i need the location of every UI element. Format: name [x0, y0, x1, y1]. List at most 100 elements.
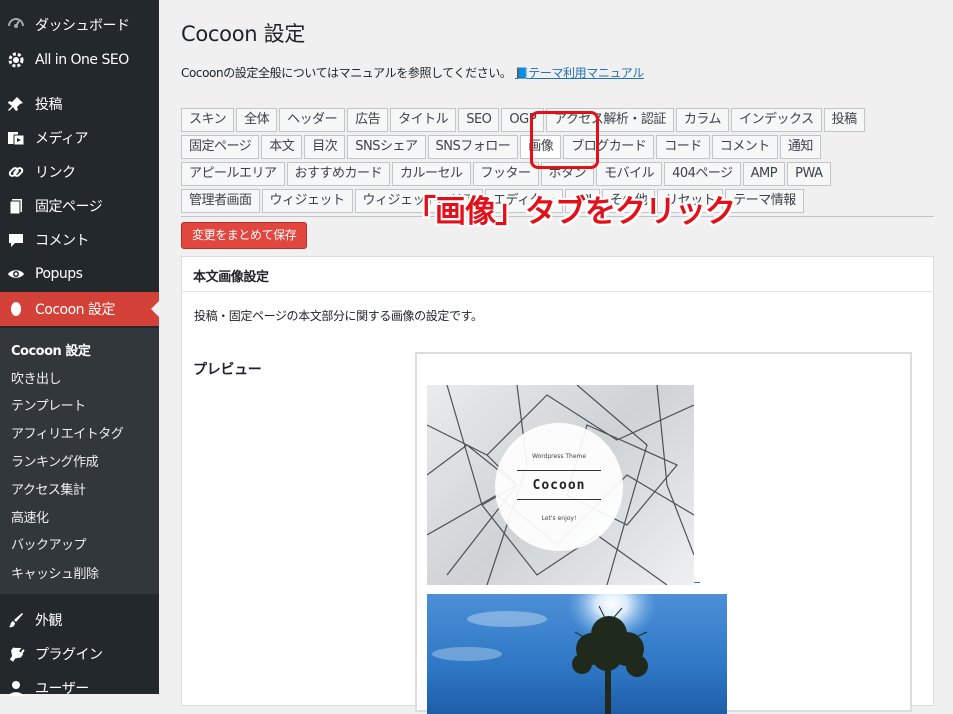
tab-0-1[interactable]: 全体: [236, 108, 278, 132]
tree-sky-graphic: [432, 594, 657, 714]
tab-3-1[interactable]: ウィジェット: [261, 189, 353, 213]
tab-row: アピールエリア おすすめカード カルーセル フッター ボタン モバイル 404ページ AMP P…: [181, 162, 833, 188]
submenu-speedup[interactable]: 高速化: [11, 507, 49, 526]
menu-item-dashboard[interactable]: ダッシュボード: [0, 8, 159, 42]
dashboard-icon: [6, 15, 26, 35]
tab-0-4[interactable]: タイトル: [390, 108, 457, 132]
tab-3-7[interactable]: テーマ情報: [725, 189, 804, 213]
menu-label: ユーザー: [35, 681, 89, 697]
image-settings-panel: 本文画像設定 投稿・固定ページの本文部分に関する画像の設定です。 プレビュー W…: [181, 256, 934, 714]
intro-label: Cocoonの設定全般についてはマニュアルを参照してください。: [181, 66, 512, 80]
tab-1-5[interactable]: 画像: [520, 135, 562, 159]
tab-row: 固定ページ 本文 目次 SNSシェア SNSフォロー 画像 ブログカード コード コメント 通知: [181, 135, 823, 161]
menu-item-posts[interactable]: 投稿: [0, 87, 159, 121]
badge-tagline: Let's enjoy!: [541, 515, 577, 522]
panel-description: 投稿・固定ページの本文部分に関する画像の設定です。: [194, 309, 483, 323]
menu-item-appearance[interactable]: 外観: [0, 603, 159, 637]
tab-1-8[interactable]: コメント: [711, 135, 778, 159]
menu-label: ダッシュボード: [35, 18, 130, 34]
menu-item-plugins[interactable]: プラグイン: [0, 637, 159, 671]
tab-0-6[interactable]: OGP: [501, 108, 545, 132]
page-icon: [6, 196, 26, 216]
preview-box: Wordpress Theme Cocoon Let's enjoy!: [415, 352, 912, 714]
cocoon-badge: Wordpress Theme Cocoon Let's enjoy!: [495, 423, 623, 551]
preview-image-cocoon[interactable]: Wordpress Theme Cocoon Let's enjoy!: [427, 385, 694, 585]
menu-label: 外観: [35, 613, 63, 629]
media-icon: [6, 128, 26, 148]
brush-icon: [6, 610, 26, 630]
tab-2-7[interactable]: AMP: [742, 162, 786, 186]
menu-label: 固定ページ: [35, 199, 103, 215]
manual-link-label: テーマ利用マニュアル: [528, 66, 644, 80]
tab-0-5[interactable]: SEO: [458, 108, 500, 132]
tab-0-2[interactable]: ヘッダー: [279, 108, 346, 132]
pin-icon: [6, 94, 26, 114]
menu-item-pages[interactable]: 固定ページ: [0, 189, 159, 223]
annotation-text: 「画像」タブをクリック: [405, 194, 736, 230]
user-icon: [6, 678, 26, 698]
tab-2-1[interactable]: おすすめカード: [286, 162, 391, 186]
badge-subtitle: Wordpress Theme: [531, 453, 587, 460]
comment-icon: [6, 230, 26, 250]
menu-label: メディア: [35, 131, 89, 147]
tab-1-3[interactable]: SNSシェア: [347, 135, 426, 159]
tab-row: スキン 全体 ヘッダー 広告 タイトル SEO OGP アクセス解析・認証 カラム インデックス投…: [181, 108, 867, 134]
preview-image-tree[interactable]: [427, 594, 727, 714]
menu-item-all-in-one-seo[interactable]: All in One SEO: [0, 43, 159, 77]
panel-title: 本文画像設定: [193, 270, 269, 285]
save-all-button[interactable]: 変更をまとめて保存: [181, 222, 308, 249]
tab-2-2[interactable]: カルーセル: [392, 162, 471, 186]
tab-2-0[interactable]: アピールエリア: [181, 162, 285, 186]
badge-title: Cocoon: [532, 478, 586, 493]
panel-header: 本文画像設定: [182, 257, 933, 292]
submenu-backup[interactable]: バックアップ: [11, 534, 87, 553]
menu-item-links[interactable]: リンク: [0, 155, 159, 189]
tab-0-8[interactable]: カラム: [675, 108, 730, 132]
tab-2-8[interactable]: PWA: [787, 162, 831, 186]
admin-sidebar: ダッシュボード All in One SEO 投稿 メディア リンク 固定ページ…: [0, 0, 159, 697]
badge-divider: [517, 470, 601, 471]
submenu-speech-balloon[interactable]: 吹き出し: [11, 368, 62, 387]
tab-0-7[interactable]: アクセス解析・認証: [546, 108, 674, 132]
submenu-cache-clear[interactable]: キャッシュ削除: [11, 563, 99, 582]
tab-3-0[interactable]: 管理者画面: [181, 189, 260, 213]
book-icon: 📘: [514, 67, 529, 80]
tab-1-7[interactable]: コード: [656, 135, 710, 159]
tab-0-0[interactable]: スキン: [181, 108, 235, 132]
tab-2-3[interactable]: フッター: [472, 162, 539, 186]
circle-icon: [6, 299, 26, 319]
menu-item-cocoon-settings[interactable]: Cocoon 設定: [0, 292, 159, 326]
menu-item-media[interactable]: メディア: [0, 121, 159, 155]
submenu-cocoon-settings[interactable]: Cocoon 設定: [11, 340, 91, 359]
tab-0-10[interactable]: 投稿: [823, 108, 865, 132]
tab-2-5[interactable]: モバイル: [596, 162, 663, 186]
tab-2-6[interactable]: 404ページ: [664, 162, 741, 186]
tab-1-9[interactable]: 通知: [779, 135, 821, 159]
menu-item-comments[interactable]: コメント: [0, 223, 159, 257]
tab-1-4[interactable]: SNSフォロー: [427, 135, 519, 159]
link-icon: [6, 162, 26, 182]
tab-1-2[interactable]: 目次: [304, 135, 346, 159]
tab-1-0[interactable]: 固定ページ: [181, 135, 260, 159]
gear-icon: [6, 50, 26, 70]
submenu-affiliate-tag[interactable]: アフィリエイトタグ: [11, 423, 124, 442]
submenu-template[interactable]: テンプレート: [11, 395, 86, 414]
menu-label: コメント: [35, 233, 90, 249]
badge-divider: [517, 499, 601, 500]
tab-1-6[interactable]: ブログカード: [563, 135, 655, 159]
menu-item-users[interactable]: ユーザー: [0, 671, 159, 705]
menu-label: プラグイン: [35, 647, 103, 663]
manual-link[interactable]: 📘テーマ利用マニュアル: [515, 66, 644, 80]
menu-item-popups[interactable]: Popups: [0, 257, 159, 291]
eye-icon: [6, 264, 26, 284]
submenu-access-count[interactable]: アクセス集計: [11, 479, 86, 498]
menu-label: Popups: [35, 266, 83, 282]
tab-1-1[interactable]: 本文: [261, 135, 303, 159]
tab-2-4[interactable]: ボタン: [540, 162, 595, 186]
submenu-ranking[interactable]: ランキング作成: [11, 451, 99, 470]
menu-label: Cocoon 設定: [35, 302, 116, 318]
tab-0-9[interactable]: インデックス: [731, 108, 822, 132]
intro-text: Cocoonの設定全般についてはマニュアルを参照してください。 📘テーマ利用マニ…: [181, 64, 644, 81]
menu-label: All in One SEO: [35, 52, 129, 68]
tab-0-3[interactable]: 広告: [347, 108, 389, 132]
